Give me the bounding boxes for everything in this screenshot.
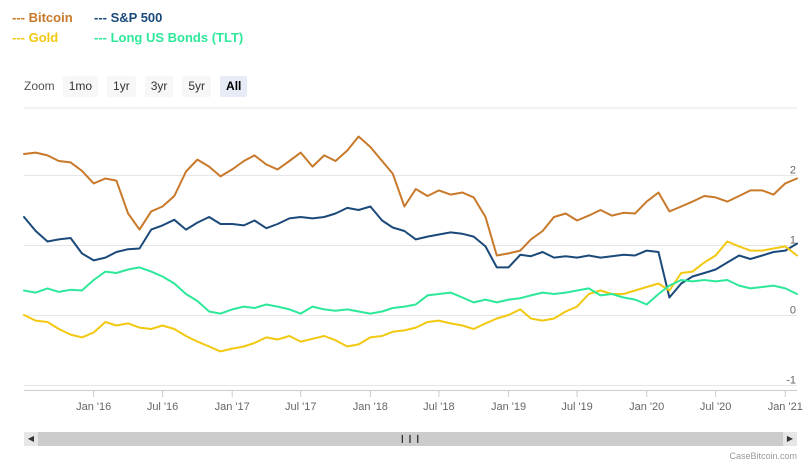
y-tick-label: -1: [786, 375, 796, 387]
chart-plot: 210-1Jan '16 Jul '16 Jan '17 Jul '17 Jan '18…: [23, 107, 803, 413]
y-tick-label: 0: [790, 305, 796, 317]
x-tick-label: Jan '20: [629, 401, 664, 413]
arrow-left-icon[interactable]: ◀: [24, 432, 38, 446]
y-tick-label: 2: [790, 165, 796, 177]
credit-text: CaseBitcoin.com: [729, 451, 797, 461]
x-tick-label: Jul '17: [285, 401, 316, 413]
arrow-right-icon[interactable]: ▶: [783, 432, 797, 446]
x-tick-label: Jul '18: [423, 401, 454, 413]
grip-icon: ❙❙❙: [398, 434, 423, 443]
x-tick-label: Jan '17: [215, 401, 250, 413]
x-tick-label: Jan '16: [76, 401, 111, 413]
series-line-gold: [23, 240, 798, 353]
x-tick-label: Jan '18: [353, 401, 388, 413]
x-tick-label: Jan '21: [768, 401, 803, 413]
navigator-scrollbar[interactable]: ◀ ❙❙❙ ▶: [24, 432, 797, 446]
x-tick-label: Jul '19: [561, 401, 592, 413]
x-tick-label: Jan '19: [491, 401, 526, 413]
series-line-sp500: [23, 205, 798, 299]
x-tick-label: Jul '16: [147, 401, 178, 413]
x-tick-label: Jul '20: [700, 401, 731, 413]
scrollbar-thumb[interactable]: ❙❙❙: [38, 432, 783, 446]
series-line-bitcoin: [23, 135, 798, 257]
